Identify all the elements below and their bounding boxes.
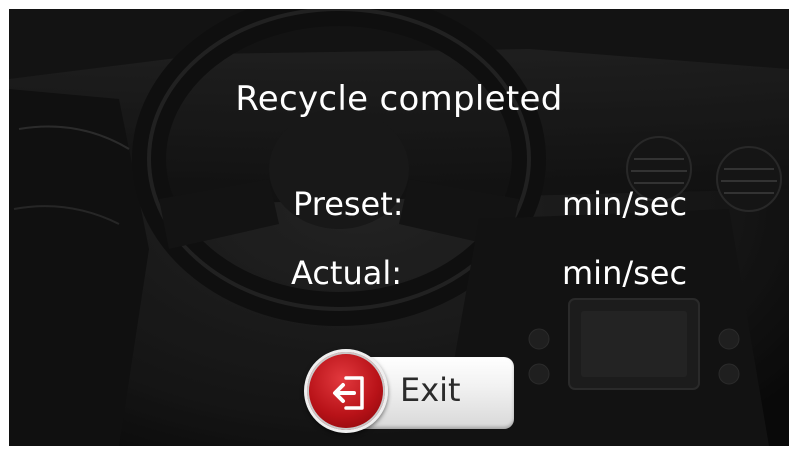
exit-icon-badge[interactable] bbox=[304, 349, 388, 433]
actual-label: Actual: bbox=[291, 254, 403, 292]
exit-button[interactable]: Exit bbox=[304, 349, 516, 435]
exit-button-label: Exit bbox=[400, 371, 461, 409]
preset-unit: min/sec bbox=[562, 185, 688, 223]
display-frame: Recycle completed Preset: min/sec Actual… bbox=[0, 0, 798, 455]
touch-screen: Recycle completed Preset: min/sec Actual… bbox=[9, 9, 789, 446]
exit-door-icon bbox=[333, 376, 364, 410]
actual-unit: min/sec bbox=[562, 254, 688, 292]
dialog-title: Recycle completed bbox=[235, 79, 563, 119]
preset-label: Preset: bbox=[293, 185, 404, 223]
